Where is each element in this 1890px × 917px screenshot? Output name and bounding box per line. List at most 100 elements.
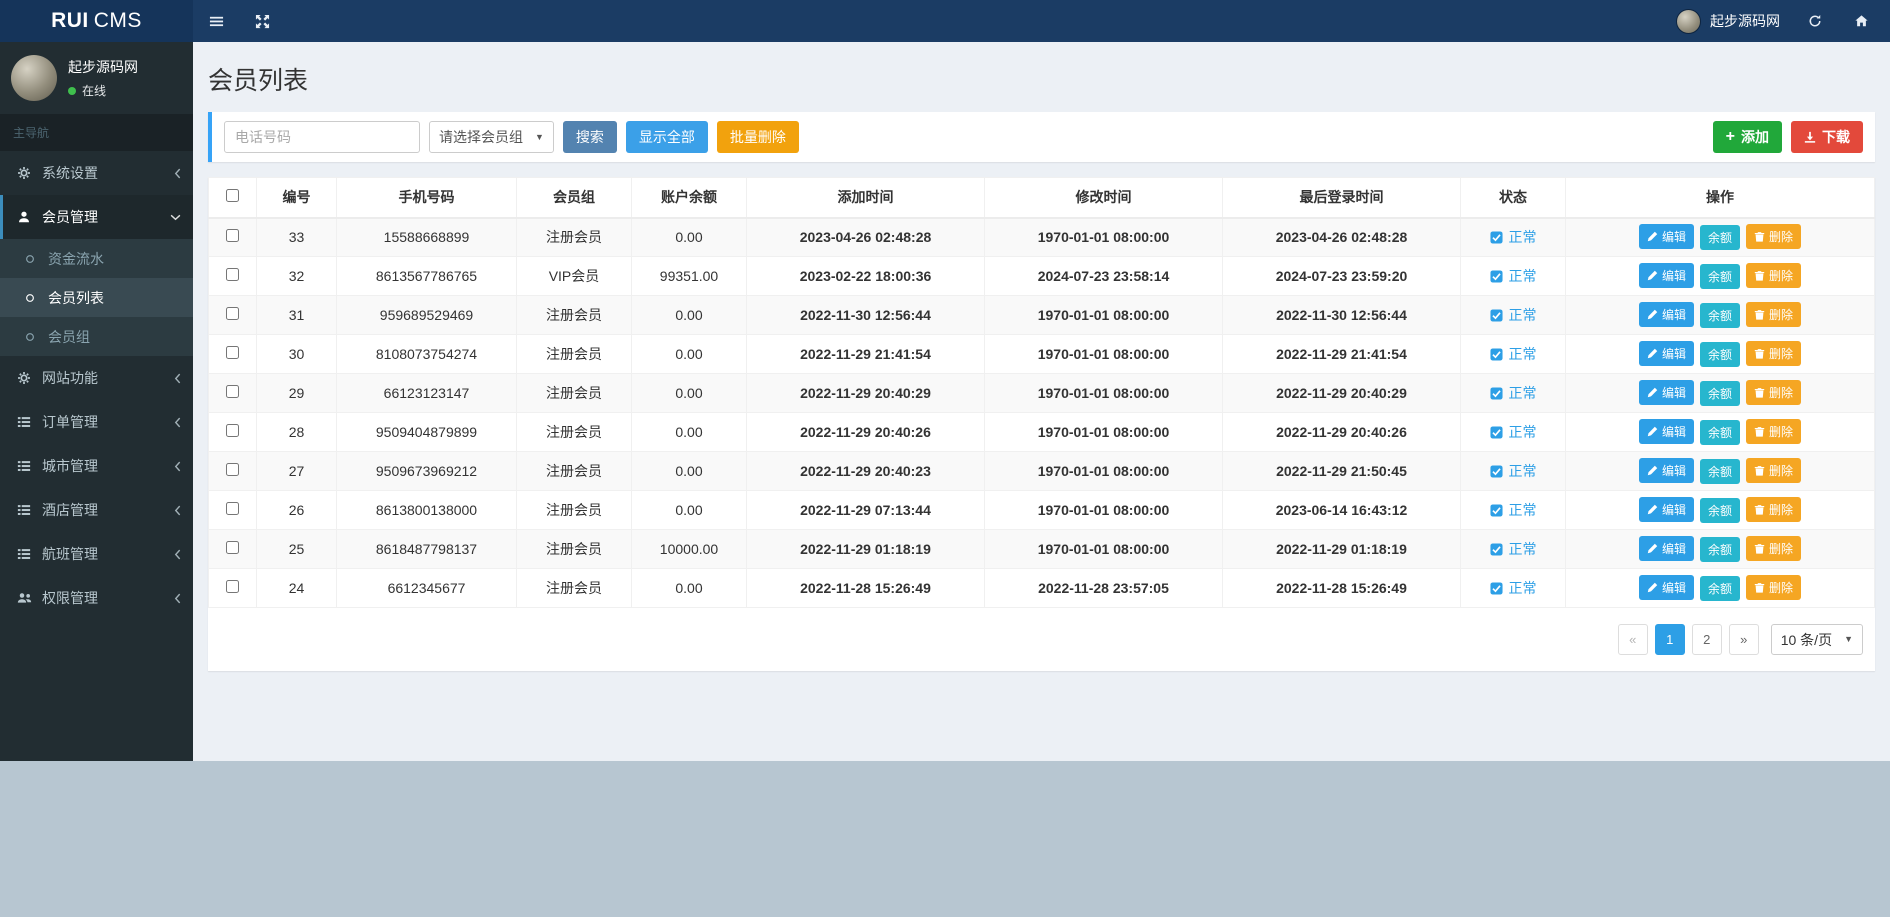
delete-button[interactable]: 删除 xyxy=(1746,419,1802,444)
balance-button[interactable]: 余额 xyxy=(1699,537,1740,562)
show-all-button[interactable]: 显示全部 xyxy=(625,121,708,153)
delete-button[interactable]: 删除 xyxy=(1746,341,1802,366)
circle-o-icon xyxy=(21,254,39,264)
balance-button[interactable]: 余额 xyxy=(1699,576,1740,601)
balance-button[interactable]: 余额 xyxy=(1699,459,1740,484)
trash-icon xyxy=(1754,426,1765,437)
sidebar-item-label: 权限管理 xyxy=(42,590,98,606)
download-button[interactable]: 下载 xyxy=(1791,121,1863,153)
cell-balance: 0.00 xyxy=(631,217,747,257)
chevron-left-icon xyxy=(174,505,181,516)
download-icon xyxy=(1804,131,1816,143)
pagination-next[interactable]: » xyxy=(1728,624,1759,655)
sidebar-item[interactable]: 网站功能 xyxy=(0,356,193,400)
balance-button[interactable]: 余额 xyxy=(1699,342,1740,367)
phone-search-input[interactable] xyxy=(224,121,420,153)
cell-last-login-time: 2022-11-29 21:41:54 xyxy=(1222,334,1461,374)
balance-button[interactable]: 余额 xyxy=(1699,303,1740,328)
user-menu[interactable]: 起步源码网 xyxy=(1664,0,1792,42)
cell-added-time: 2022-11-29 21:41:54 xyxy=(746,334,985,374)
edit-button[interactable]: 编辑 xyxy=(1638,263,1694,288)
search-button[interactable]: 搜索 xyxy=(562,121,617,153)
row-select-cell xyxy=(208,412,257,452)
sidebar-subitem[interactable]: 会员组 xyxy=(0,317,193,356)
cell-last-login-time: 2022-11-29 21:50:45 xyxy=(1222,451,1461,491)
edit-button[interactable]: 编辑 xyxy=(1638,341,1694,366)
cell-phone: 9509404879899 xyxy=(336,412,517,452)
edit-button[interactable]: 编辑 xyxy=(1638,497,1694,522)
cell-phone: 8618487798137 xyxy=(336,529,517,569)
sidebar-subitem[interactable]: 资金流水 xyxy=(0,239,193,278)
delete-button[interactable]: 删除 xyxy=(1746,302,1802,327)
member-group-select[interactable]: 请选择会员组 ▼ xyxy=(429,121,554,153)
sidebar-subitem-label: 会员组 xyxy=(48,328,90,345)
page-size-select[interactable]: 10 条/页 ▼ xyxy=(1770,624,1863,655)
delete-button[interactable]: 删除 xyxy=(1746,575,1802,600)
cell-group: 注册会员 xyxy=(516,373,632,413)
user-icon xyxy=(15,210,33,224)
delete-button[interactable]: 删除 xyxy=(1746,458,1802,483)
sidebar-item[interactable]: 酒店管理 xyxy=(0,488,193,532)
sidebar-item[interactable]: 订单管理 xyxy=(0,400,193,444)
row-checkbox[interactable] xyxy=(226,346,239,359)
logo[interactable]: RUI CMS xyxy=(0,0,193,42)
edit-button[interactable]: 编辑 xyxy=(1638,536,1694,561)
fullscreen-icon[interactable] xyxy=(239,0,285,42)
cell-actions: 编辑 余额 删除 xyxy=(1565,217,1875,257)
pencil-icon xyxy=(1647,582,1658,593)
sidebar-item[interactable]: 系统设置 xyxy=(0,151,193,195)
balance-button[interactable]: 余额 xyxy=(1699,381,1740,406)
edit-button[interactable]: 编辑 xyxy=(1638,575,1694,600)
pagination-page[interactable]: 1 xyxy=(1654,624,1685,655)
sidebar-subitem[interactable]: 会员列表 xyxy=(0,278,193,317)
balance-button[interactable]: 余额 xyxy=(1699,225,1740,251)
row-checkbox[interactable] xyxy=(226,463,239,476)
balance-button[interactable]: 余额 xyxy=(1699,264,1740,289)
delete-button[interactable]: 删除 xyxy=(1746,263,1802,288)
row-checkbox[interactable] xyxy=(226,424,239,437)
balance-button[interactable]: 余额 xyxy=(1699,420,1740,445)
refresh-icon[interactable] xyxy=(1792,0,1838,42)
row-checkbox[interactable] xyxy=(226,268,239,281)
trash-icon xyxy=(1754,231,1765,242)
row-checkbox[interactable] xyxy=(226,541,239,554)
edit-button[interactable]: 编辑 xyxy=(1638,380,1694,405)
cell-modified-time: 1970-01-01 08:00:00 xyxy=(984,451,1223,491)
cell-group: 注册会员 xyxy=(516,334,632,374)
sidebar-item[interactable]: 航班管理 xyxy=(0,532,193,576)
delete-button[interactable]: 删除 xyxy=(1746,497,1802,522)
row-checkbox[interactable] xyxy=(226,229,239,243)
delete-button[interactable]: 删除 xyxy=(1746,224,1802,250)
row-checkbox[interactable] xyxy=(226,385,239,398)
trash-icon xyxy=(1754,543,1765,554)
edit-button[interactable]: 编辑 xyxy=(1638,419,1694,444)
pagination-page[interactable]: 2 xyxy=(1691,624,1722,655)
trash-icon xyxy=(1754,270,1765,281)
edit-button[interactable]: 编辑 xyxy=(1638,458,1694,483)
cell-added-time: 2022-11-30 12:56:44 xyxy=(746,295,985,335)
batch-delete-button[interactable]: 批量删除 xyxy=(716,121,799,153)
select-all-checkbox[interactable] xyxy=(226,189,239,203)
cell-added-time: 2022-11-28 15:26:49 xyxy=(746,568,985,608)
cell-id: 28 xyxy=(256,412,337,452)
sidebar: 起步源码网 在线 主导航 系统设置 会员管理 资金流水 会员列表 会员组 网站功能 订单管理… xyxy=(0,42,193,761)
sidebar-item[interactable]: 会员管理 xyxy=(0,195,193,239)
edit-button[interactable]: 编辑 xyxy=(1638,224,1694,250)
menu-icon[interactable] xyxy=(193,0,239,42)
delete-button[interactable]: 删除 xyxy=(1746,380,1802,405)
home-icon[interactable] xyxy=(1838,0,1884,42)
edit-button[interactable]: 编辑 xyxy=(1638,302,1694,327)
sidebar-item[interactable]: 城市管理 xyxy=(0,444,193,488)
column-header: 编号 xyxy=(256,177,337,219)
cell-modified-time: 1970-01-01 08:00:00 xyxy=(984,217,1223,257)
row-checkbox[interactable] xyxy=(226,307,239,320)
cell-status: 正常 xyxy=(1460,295,1566,335)
balance-button[interactable]: 余额 xyxy=(1699,498,1740,523)
cell-id: 29 xyxy=(256,373,337,413)
sidebar-item[interactable]: 权限管理 xyxy=(0,576,193,620)
row-checkbox[interactable] xyxy=(226,502,239,515)
add-button[interactable]: + 添加 xyxy=(1712,121,1782,153)
pagination-prev[interactable]: « xyxy=(1617,624,1648,655)
delete-button[interactable]: 删除 xyxy=(1746,536,1802,561)
row-checkbox[interactable] xyxy=(226,580,239,593)
